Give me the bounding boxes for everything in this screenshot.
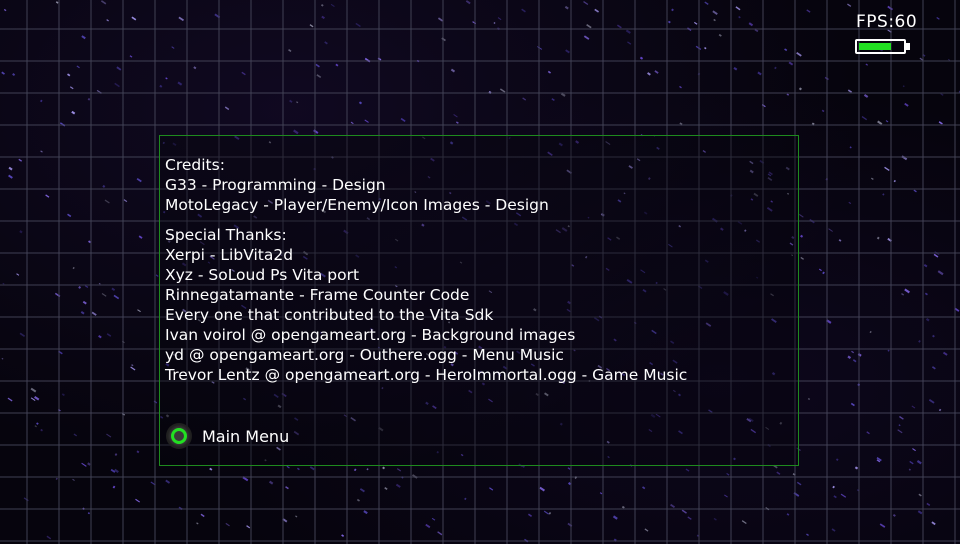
credits-heading: Credits:: [165, 156, 225, 174]
circle-button-icon[interactable]: [166, 423, 192, 449]
main-menu-label: Main Menu: [202, 426, 290, 446]
credit-line: G33 - Programming - Design: [165, 176, 386, 194]
special-thanks-section: Special Thanks: Xerpi - LibVita2d Xyz - …: [165, 225, 687, 385]
thanks-line: Xyz - SoLoud Ps Vita port: [165, 266, 360, 284]
credits-section: Credits: G33 - Programming - Design Moto…: [165, 155, 549, 215]
thanks-line: yd @ opengameart.org - Outhere.ogg - Men…: [165, 346, 564, 364]
fps-counter: FPS:60: [856, 12, 918, 32]
thanks-heading: Special Thanks:: [165, 226, 287, 244]
credit-line: MotoLegacy - Player/Enemy/Icon Images - …: [165, 196, 549, 214]
thanks-line: Xerpi - LibVita2d: [165, 246, 294, 264]
battery-tip: [906, 43, 910, 50]
battery-level: [859, 43, 892, 50]
thanks-line: Rinnegatamante - Frame Counter Code: [165, 286, 470, 304]
main-menu-button[interactable]: Main Menu: [166, 423, 289, 449]
thanks-line: Trevor Lentz @ opengameart.org - HeroImm…: [165, 366, 688, 384]
thanks-line: Ivan voirol @ opengameart.org - Backgrou…: [165, 326, 576, 344]
thanks-line: Every one that contributed to the Vita S…: [165, 306, 494, 324]
battery-icon: [855, 39, 906, 54]
